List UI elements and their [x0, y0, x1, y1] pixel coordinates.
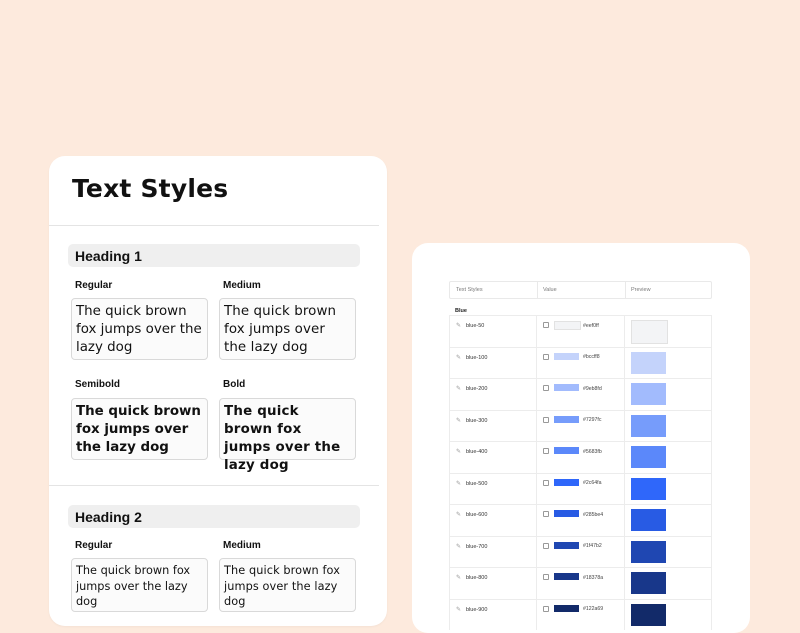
color-token-table: Text Styles Value Preview Blue ✎ blue-50 #…: [449, 281, 712, 630]
hex-value: #5683fb: [583, 448, 602, 455]
section-heading-2: Heading 2: [68, 505, 360, 528]
table-row[interactable]: ✎ blue-200 #9eb8fd: [449, 378, 712, 410]
color-swatch: [554, 604, 579, 612]
hex-value: #285be4: [583, 511, 604, 518]
token-name: blue-600: [466, 512, 488, 518]
variable-icon: [543, 322, 549, 328]
color-tokens-card: Text Styles Value Preview Blue ✎ blue-50 #…: [412, 243, 750, 633]
section-heading-label: Heading 2: [75, 509, 142, 525]
variable-icon: [543, 542, 549, 549]
token-rows: ✎ blue-50 #eef0ff ✎ blue-100 #bccff8 ✎ blue-200…: [449, 315, 712, 630]
color-swatch: [554, 352, 579, 360]
token-name: blue-50: [466, 323, 485, 329]
table-row[interactable]: ✎ blue-500 #2c64fa: [449, 472, 712, 504]
text-styles-card: Text Styles Heading 1 Regular Medium The…: [49, 156, 387, 626]
section-heading-label: Heading 1: [75, 248, 142, 264]
title-divider: [49, 225, 379, 226]
token-name: blue-900: [466, 606, 488, 613]
hex-value: #1f47b2: [583, 543, 602, 549]
table-row[interactable]: ✎ blue-400 #5683fb: [449, 441, 712, 473]
pencil-icon: ✎: [456, 543, 462, 550]
sample-text-medium: The quick brown fox jumps over the lazy …: [219, 298, 356, 360]
pencil-icon: ✎: [456, 606, 462, 613]
color-preview: [631, 320, 668, 344]
variable-icon: [543, 353, 549, 360]
hex-value: #2c64fa: [583, 480, 602, 486]
hex-value: #9eb8fd: [583, 385, 602, 392]
color-swatch: [554, 447, 579, 454]
hex-value: #7297fc: [583, 417, 602, 423]
sample-text-bold: The quick brown fox jumps over the lazy …: [219, 398, 356, 473]
hex-value: #122a69: [583, 606, 604, 612]
variable-icon: [543, 511, 549, 517]
color-preview: [631, 603, 666, 626]
token-name: blue-500: [466, 480, 488, 487]
table-row[interactable]: ✎ blue-800 #18378a: [449, 567, 712, 599]
weight-label-regular: Regular: [75, 280, 113, 291]
weight-label-bold: Bold: [223, 379, 246, 390]
weight-label-medium: Medium: [223, 280, 261, 291]
table-row[interactable]: ✎ blue-700 #1f47b2: [449, 535, 712, 567]
variable-icon: [543, 479, 549, 486]
pencil-icon: ✎: [456, 323, 462, 329]
column-header-text-styles: Text Styles: [456, 287, 483, 293]
variable-icon: [543, 448, 549, 454]
group-label: Blue: [455, 308, 467, 314]
color-swatch: [554, 510, 579, 517]
color-swatch: [554, 541, 579, 549]
color-preview: [631, 477, 666, 500]
color-preview: [631, 572, 666, 594]
color-swatch: [554, 478, 579, 486]
token-name: blue-300: [466, 417, 488, 424]
pencil-icon: ✎: [456, 354, 462, 361]
color-preview: [631, 383, 666, 405]
table-row[interactable]: ✎ blue-50 #eef0ff: [449, 315, 712, 347]
table-header: Text Styles Value Preview: [449, 281, 712, 299]
color-preview: [631, 351, 666, 374]
table-row[interactable]: ✎ blue-100 #bccff8: [449, 346, 712, 378]
table-row[interactable]: ✎ blue-300 #7297fc: [449, 409, 712, 441]
pencil-icon: ✎: [456, 417, 462, 424]
weight-label-regular: Regular: [75, 540, 113, 551]
color-preview: [631, 446, 666, 468]
pencil-icon: ✎: [456, 386, 462, 392]
hex-value: #18378a: [583, 574, 604, 581]
sample-text-regular: The quick brown fox jumps over the lazy …: [71, 558, 208, 612]
variable-icon: [543, 605, 549, 612]
card-title: Text Styles: [72, 174, 229, 203]
pencil-icon: ✎: [456, 449, 462, 455]
token-name: blue-100: [466, 354, 488, 361]
color-swatch: [554, 415, 579, 423]
weight-label-medium: Medium: [223, 540, 261, 551]
column-header-preview: Preview: [631, 287, 651, 293]
color-swatch: [554, 384, 579, 391]
section-heading-1: Heading 1: [68, 244, 360, 267]
variable-icon: [543, 416, 549, 423]
pencil-icon: ✎: [456, 480, 462, 487]
token-name: blue-400: [466, 449, 488, 455]
column-header-value: Value: [543, 287, 557, 293]
hex-value: #bccff8: [583, 354, 600, 360]
token-name: blue-700: [466, 543, 488, 550]
pencil-icon: ✎: [456, 512, 462, 518]
pencil-icon: ✎: [456, 575, 462, 581]
token-name: blue-800: [466, 575, 488, 581]
hex-value: #eef0ff: [583, 322, 599, 329]
table-row[interactable]: ✎ blue-900 #122a69: [449, 598, 712, 630]
sample-text-medium: The quick brown fox jumps over the lazy …: [219, 558, 356, 612]
sample-text-regular: The quick brown fox jumps over the lazy …: [71, 298, 208, 360]
section-divider: [49, 485, 379, 486]
color-swatch: [554, 573, 579, 580]
color-preview: [631, 509, 666, 531]
token-name: blue-200: [466, 386, 488, 392]
sample-text-semibold: The quick brown fox jumps over the lazy …: [71, 398, 208, 460]
color-preview: [631, 540, 666, 563]
color-swatch: [554, 321, 581, 330]
variable-icon: [543, 385, 549, 391]
weight-label-semibold: Semibold: [75, 379, 121, 390]
color-preview: [631, 414, 666, 437]
variable-icon: [543, 574, 549, 580]
table-row[interactable]: ✎ blue-600 #285be4: [449, 504, 712, 536]
